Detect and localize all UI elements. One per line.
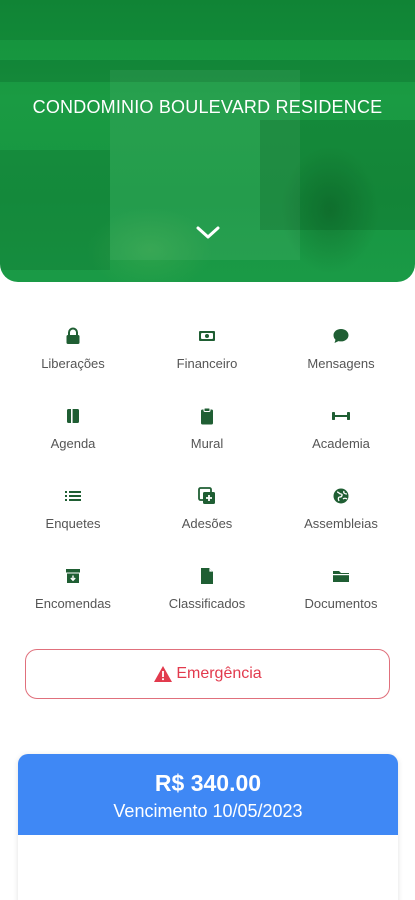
menu-item-label: Mural bbox=[190, 436, 224, 451]
menu-item-adesoes[interactable]: Adesões bbox=[140, 482, 274, 562]
add-copy-icon bbox=[197, 486, 217, 506]
menu-item-label: Documentos bbox=[304, 596, 378, 611]
header-banner: CONDOMINIO BOULEVARD RESIDENCE bbox=[0, 0, 415, 282]
banner-photo-detail bbox=[0, 150, 110, 270]
money-icon bbox=[197, 326, 217, 346]
bill-header: R$ 340.00 Vencimento 10/05/2023 bbox=[18, 754, 398, 835]
folder-icon bbox=[331, 566, 351, 586]
emergency-label: Emergência bbox=[176, 665, 262, 682]
menu-item-academia[interactable]: Academia bbox=[274, 402, 408, 482]
menu-item-label: Mensagens bbox=[307, 356, 375, 371]
archive-box-icon bbox=[63, 566, 83, 586]
bill-card[interactable]: R$ 340.00 Vencimento 10/05/2023 bbox=[18, 754, 398, 900]
clipboard-icon bbox=[197, 406, 217, 426]
menu-item-label: Agenda bbox=[50, 436, 96, 451]
menu-item-enquetes[interactable]: Enquetes bbox=[6, 482, 140, 562]
menu-item-label: Academia bbox=[312, 436, 370, 451]
document-icon bbox=[197, 566, 217, 586]
condominium-title: CONDOMINIO BOULEVARD RESIDENCE bbox=[32, 97, 383, 117]
menu-item-label: Enquetes bbox=[45, 516, 101, 531]
globe-icon bbox=[331, 486, 351, 506]
menu-item-financeiro[interactable]: Financeiro bbox=[140, 322, 274, 402]
warning-icon bbox=[154, 666, 173, 682]
bill-due-date: Vencimento 10/05/2023 bbox=[113, 801, 303, 821]
menu-item-label: Assembleias bbox=[304, 516, 378, 531]
menu-item-label: Adesões bbox=[181, 516, 233, 531]
menu-item-classificados[interactable]: Classificados bbox=[140, 562, 274, 642]
dumbbell-icon bbox=[331, 406, 351, 426]
menu-item-mural[interactable]: Mural bbox=[140, 402, 274, 482]
chat-icon bbox=[331, 326, 351, 346]
bill-amount: R$ 340.00 bbox=[154, 770, 262, 796]
book-icon bbox=[63, 406, 83, 426]
chevron-down-icon[interactable] bbox=[194, 222, 222, 244]
menu-item-agenda[interactable]: Agenda bbox=[6, 402, 140, 482]
menu-item-documentos[interactable]: Documentos bbox=[274, 562, 408, 642]
menu-item-encomendas[interactable]: Encomendas bbox=[6, 562, 140, 642]
menu-item-mensagens[interactable]: Mensagens bbox=[274, 322, 408, 402]
menu-item-liberacoes[interactable]: Liberações bbox=[6, 322, 140, 402]
menu-grid: Liberações Financeiro Mensagens Agenda M… bbox=[6, 322, 409, 642]
menu-item-label: Financeiro bbox=[176, 356, 238, 371]
lock-icon bbox=[63, 326, 83, 346]
menu-item-label: Encomendas bbox=[35, 596, 111, 611]
menu-item-label: Liberações bbox=[41, 356, 105, 371]
banner-photo-detail bbox=[260, 120, 415, 230]
menu-item-assembleias[interactable]: Assembleias bbox=[274, 482, 408, 562]
list-icon bbox=[63, 486, 83, 506]
banner-photo-detail bbox=[0, 0, 415, 40]
menu-item-label: Classificados bbox=[168, 596, 246, 611]
emergency-button[interactable]: Emergência bbox=[25, 649, 390, 699]
